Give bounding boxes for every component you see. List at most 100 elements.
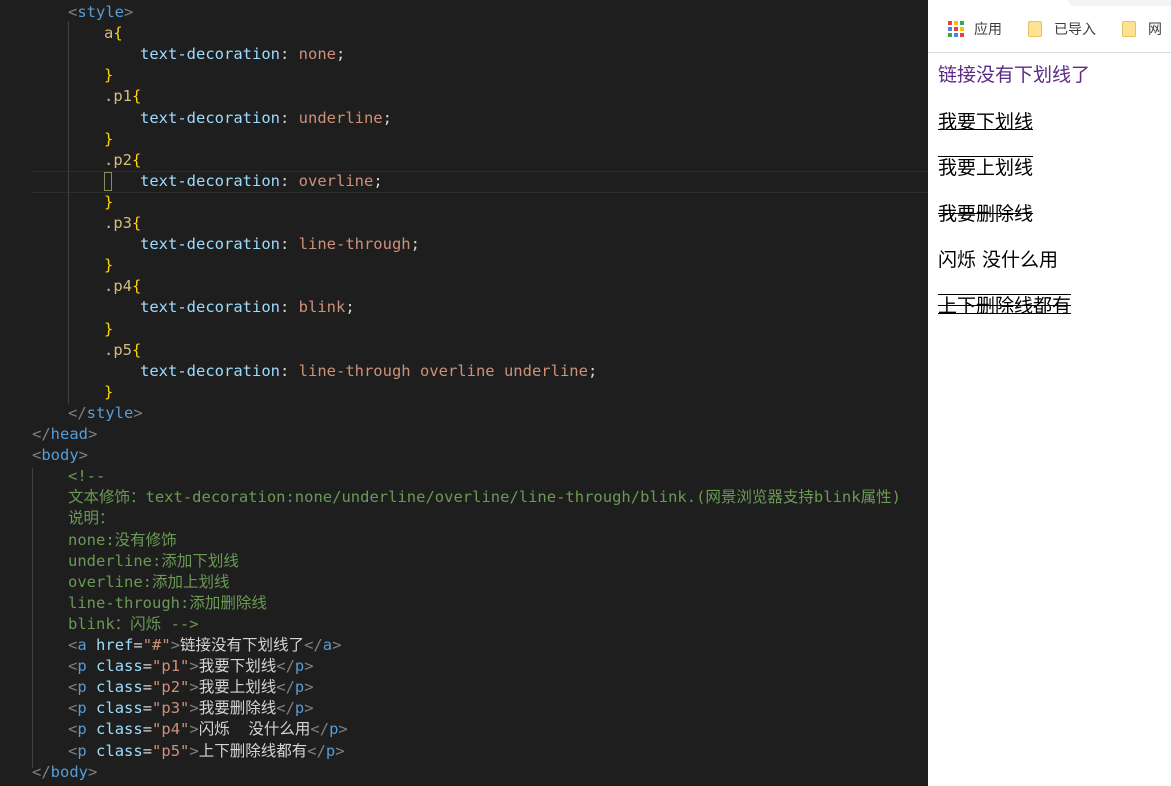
code-line[interactable]: <!-- bbox=[0, 466, 928, 487]
code-line[interactable]: text-decoration: blink; bbox=[0, 297, 928, 318]
code-token: < bbox=[68, 657, 78, 676]
code-line-text: text-decoration: line-through overline u… bbox=[140, 361, 597, 382]
code-line-text: </body> bbox=[32, 762, 97, 783]
bookmark-apps[interactable]: 应用 bbox=[948, 18, 1002, 40]
bookmark-folder-web[interactable]: 网 bbox=[1122, 18, 1162, 40]
code-line-text: } bbox=[104, 255, 113, 276]
code-token: { bbox=[132, 277, 142, 296]
code-token: underline:添加下划线 bbox=[68, 551, 239, 570]
bookmark-folder-imported[interactable]: 已导入 bbox=[1028, 18, 1096, 40]
code-token: style bbox=[86, 403, 134, 422]
code-token: p bbox=[325, 741, 336, 760]
code-line[interactable]: </head> bbox=[0, 424, 928, 445]
code-line[interactable]: .p3{ bbox=[0, 213, 928, 234]
page-link[interactable]: 链接没有下划线了 bbox=[938, 64, 1090, 86]
code-line-text: </style> bbox=[68, 403, 143, 424]
code-line[interactable]: underline:添加下划线 bbox=[0, 551, 928, 572]
code-line[interactable]: a{ bbox=[0, 23, 928, 44]
code-token: < bbox=[68, 720, 78, 739]
bookmark-folder-web-label: 网 bbox=[1148, 22, 1162, 38]
code-line-text: .p5{ bbox=[104, 340, 141, 361]
code-token: = bbox=[142, 657, 153, 676]
code-token: > bbox=[170, 636, 181, 654]
code-token: text-decoration bbox=[140, 235, 280, 254]
code-line[interactable]: text-decoration: line-through; bbox=[0, 234, 928, 255]
code-token: : bbox=[279, 235, 299, 254]
code-line[interactable]: .p5{ bbox=[0, 340, 928, 361]
code-token: "#" bbox=[142, 636, 171, 654]
code-line[interactable]: <p class="p4">闪烁 没什么用</p> bbox=[0, 719, 928, 740]
code-token: < bbox=[68, 636, 78, 654]
code-line[interactable]: .p4{ bbox=[0, 276, 928, 297]
code-token: .p5 bbox=[104, 340, 132, 359]
code-token: 链接没有下划线了 bbox=[180, 636, 305, 654]
page-p3-line-through: 我要删除线 bbox=[938, 203, 1034, 225]
code-line[interactable]: .p2{ bbox=[0, 150, 928, 171]
code-line[interactable]: } bbox=[0, 192, 928, 213]
code-line[interactable]: 文本修饰：text-decoration:none/underline/over… bbox=[0, 487, 928, 508]
code-token: : bbox=[279, 361, 299, 380]
code-token: > bbox=[338, 720, 348, 739]
code-token: class bbox=[96, 720, 143, 739]
code-line[interactable]: line-through:添加删除线 bbox=[0, 593, 928, 614]
code-line[interactable]: <p class="p2">我要上划线</p> bbox=[0, 677, 928, 698]
code-line[interactable]: overline:添加上划线 bbox=[0, 572, 928, 593]
code-token: p bbox=[329, 720, 339, 739]
code-line[interactable]: <style> bbox=[0, 2, 928, 23]
code-line[interactable]: <p class="p1">我要下划线</p> bbox=[0, 656, 928, 677]
code-line-text: <style> bbox=[68, 2, 133, 23]
code-line-text: text-decoration: underline; bbox=[140, 108, 392, 129]
code-line[interactable]: } bbox=[0, 319, 928, 340]
code-token: body bbox=[50, 762, 88, 781]
code-line[interactable]: <a href="#">链接没有下划线了</a> bbox=[0, 635, 928, 656]
code-token: < bbox=[68, 3, 78, 21]
code-line[interactable]: </body> bbox=[0, 762, 928, 783]
code-line[interactable]: none:没有修饰 bbox=[0, 530, 928, 551]
code-line[interactable]: .p1{ bbox=[0, 86, 928, 107]
code-line[interactable]: text-decoration: underline; bbox=[0, 108, 928, 129]
code-line[interactable]: </style> bbox=[0, 403, 928, 424]
code-line[interactable]: text-decoration: none; bbox=[0, 44, 928, 65]
code-line[interactable]: } bbox=[0, 255, 928, 276]
code-token: 我要下划线 bbox=[198, 657, 277, 676]
code-token: ; bbox=[345, 298, 355, 317]
code-line[interactable]: text-decoration: line-through overline u… bbox=[0, 361, 928, 382]
code-token: > bbox=[133, 403, 143, 422]
code-token: = bbox=[142, 720, 153, 739]
code-line[interactable]: } bbox=[0, 65, 928, 86]
code-line[interactable]: } bbox=[0, 129, 928, 150]
code-token: text-decoration bbox=[140, 45, 280, 64]
code-token: = bbox=[142, 678, 153, 697]
code-token: line-through:添加删除线 bbox=[68, 593, 267, 612]
code-line[interactable]: blink：闪烁 --> bbox=[0, 614, 928, 635]
code-token: </ bbox=[276, 678, 295, 697]
tab-strip-edge bbox=[1068, 0, 1171, 6]
code-token: head bbox=[50, 425, 88, 443]
code-token: ; bbox=[410, 235, 420, 254]
code-line-text: <p class="p1">我要下划线</p> bbox=[68, 656, 314, 677]
apps-grid-dot bbox=[954, 33, 958, 37]
code-token: > bbox=[189, 678, 199, 697]
code-line-text: <p class="p4">闪烁 没什么用</p> bbox=[68, 719, 348, 740]
code-token: { bbox=[132, 87, 142, 106]
code-token: 说明： bbox=[68, 509, 115, 528]
code-line[interactable]: <body> bbox=[0, 445, 928, 466]
code-line[interactable]: text-decoration: overline; bbox=[0, 171, 928, 192]
code-token: } bbox=[104, 382, 114, 401]
code-line[interactable]: } bbox=[0, 382, 928, 403]
folder-icon bbox=[1028, 21, 1042, 37]
code-line-text: overline:添加上划线 bbox=[68, 572, 230, 593]
code-token: text-decoration bbox=[140, 171, 280, 190]
code-line[interactable]: 说明： bbox=[0, 508, 928, 529]
code-editor[interactable]: <style> a{text-decoration: none;} .p1{text… bbox=[0, 0, 928, 786]
code-token: { bbox=[132, 150, 142, 169]
code-line-text: } bbox=[104, 382, 113, 403]
code-line[interactable]: <p class="p3">我要删除线</p> bbox=[0, 698, 928, 719]
code-token: 闪烁 没什么用 bbox=[198, 720, 311, 739]
code-token: : bbox=[279, 171, 299, 190]
code-line[interactable]: <p class="p5">上下删除线都有</p> bbox=[0, 741, 928, 762]
